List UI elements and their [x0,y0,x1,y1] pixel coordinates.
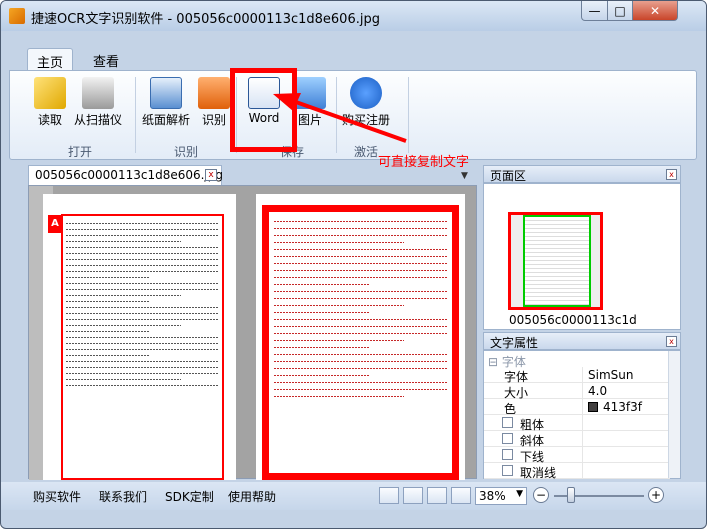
document-tab-label: 005056c0000113c1d8e606.jpg [35,168,224,182]
help-link[interactable]: 使用帮助 [228,488,276,505]
attributes-scrollbar[interactable] [668,351,680,478]
app-window: 捷速OCR文字识别软件 - 005056c0000113c1d8e606.jpg… [0,0,707,529]
image-export-button[interactable]: 图片 [294,77,326,128]
scan-label: 从扫描仪 [74,113,123,127]
right-panel: 页面区 x 005056c0000113c1d 文字属性 x ⊟ 字体 字体 S… [483,165,681,480]
text-attributes-header: 文字属性 x [483,332,681,350]
close-icon[interactable]: x [205,169,217,181]
text-attributes-panel: ⊟ 字体 字体 SimSun 大小 4.0 色 413f3f 粗体 斜体 下线 … [483,350,681,480]
analyze-label: 纸面解析 [142,113,191,127]
view-single-page-icon[interactable] [379,487,399,504]
group-label-recognize: 识别 [174,145,199,159]
close-button[interactable]: ✕ [632,1,678,21]
read-label: 读取 [37,113,62,127]
view-text-icon[interactable] [427,487,447,504]
original-image-page[interactable] [43,194,236,480]
attr-key: 取消线 [520,466,557,480]
attr-row-font[interactable]: 字体 SimSun [484,367,670,384]
scanner-icon [82,77,114,109]
text-attributes-title: 文字属性 [490,336,539,350]
annotation-text: 可直接复制文字 [378,155,470,170]
thumbnail-label: 005056c0000113c1d [509,313,637,327]
group-label-activate: 激活 [354,145,379,159]
zoom-out-button[interactable]: − [533,487,549,503]
pages-panel-header: 页面区 x [483,165,681,183]
group-label-open: 打开 [68,145,93,159]
attr-value: SimSun [588,368,634,382]
info-icon [350,77,382,109]
attr-row-italic[interactable]: 斜体 [484,431,670,448]
bold-checkbox[interactable] [502,417,513,428]
text-region-marker-icon[interactable]: A [48,215,62,233]
chevron-down-icon[interactable]: ▼ [461,171,471,181]
ribbon-separator [135,77,136,153]
attr-row-bold[interactable]: 粗体 [484,415,670,432]
pages-panel-title: 页面区 [490,169,527,183]
tab-view[interactable]: 查看 [83,48,129,70]
attr-row-size[interactable]: 大小 4.0 [484,383,670,400]
analyze-button[interactable]: 纸面解析 [142,77,190,128]
sdk-custom-link[interactable]: SDK定制 [165,488,214,505]
status-bar: 购买软件 联系我们 SDK定制 使用帮助 38% ▼ − + [1,482,706,510]
image-label: 图片 [297,113,322,127]
maximize-button[interactable]: □ [607,1,633,21]
close-icon[interactable]: x [666,169,677,180]
folder-open-icon [34,77,66,109]
ocr-region[interactable] [61,214,224,480]
view-split-icon[interactable] [451,487,471,504]
thumbnail-viewport[interactable] [523,215,591,307]
recognize-label: 识别 [201,113,226,127]
pages-panel [483,183,681,330]
zoom-select[interactable]: 38% ▼ [475,487,527,505]
underline-checkbox[interactable] [502,449,513,460]
attr-row-underline[interactable]: 下线 [484,447,670,464]
chevron-down-icon: ▼ [516,489,523,499]
buy-software-link[interactable]: 购买软件 [33,488,81,505]
image-icon [294,77,326,109]
attr-row-color[interactable]: 色 413f3f [484,399,670,416]
read-button[interactable]: 读取 [34,77,66,128]
page-thumbnail[interactable] [508,212,603,310]
recognize-button[interactable]: 识别 [198,77,230,128]
layout-analyze-icon [150,77,182,109]
close-icon[interactable]: x [666,336,677,347]
ribbon-separator [336,77,337,153]
color-swatch [588,402,598,412]
recognized-text-region[interactable] [262,205,459,480]
strikethrough-checkbox[interactable] [502,465,513,476]
color-hex: 413f3f [603,400,642,414]
attr-value: 4.0 [588,384,608,398]
title-bar[interactable]: 捷速OCR文字识别软件 - 005056c0000113c1d8e606.jpg… [1,1,706,31]
window-title: 捷速OCR文字识别软件 - 005056c0000113c1d8e606.jpg [31,12,380,27]
contact-us-link[interactable]: 联系我们 [99,488,147,505]
ribbon-separator [408,77,409,153]
ribbon: 读取 从扫描仪 纸面解析 识别 Word 图片 购买注册 打开 识别 保存 激活 [9,70,697,160]
view-image-icon[interactable] [403,487,423,504]
scan-button[interactable]: 从扫描仪 [74,77,122,128]
italic-checkbox[interactable] [502,433,513,444]
document-view[interactable] [28,185,477,480]
zoom-value: 38% [479,489,506,503]
document-tab[interactable]: 005056c0000113c1d8e606.jpg x [28,165,224,185]
app-logo-icon [9,8,25,24]
tab-home[interactable]: 主页 [27,48,73,71]
register-button[interactable]: 购买注册 [342,77,390,128]
zoom-in-button[interactable]: + [648,487,664,503]
recognized-text-page[interactable] [256,194,465,480]
register-label: 购买注册 [342,113,391,127]
minimize-button[interactable]: — [581,1,608,21]
zoom-slider-thumb[interactable] [567,487,576,503]
word-button-highlight [230,68,297,152]
ocr-icon [198,77,230,109]
attr-value-color: 413f3f [588,400,642,414]
attr-row-strikethrough[interactable]: 取消线 [484,463,670,480]
